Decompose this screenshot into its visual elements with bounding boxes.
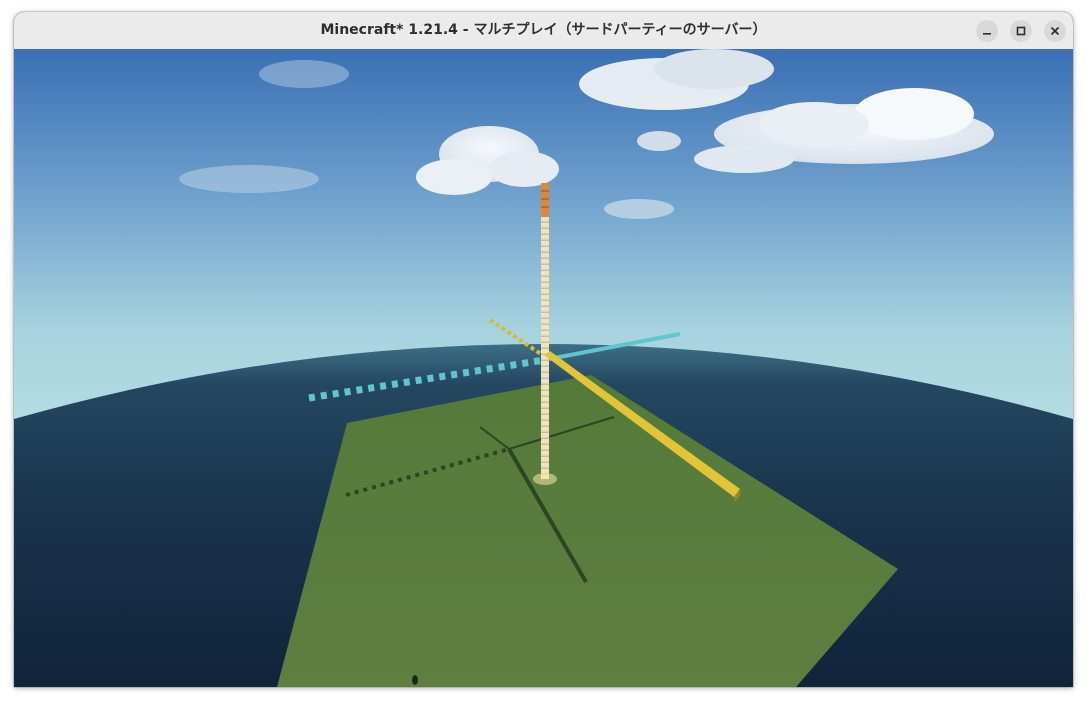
- maximize-icon: [1016, 26, 1026, 36]
- minimize-button[interactable]: [976, 20, 998, 42]
- y-axis-pillar: [541, 189, 549, 479]
- pillar-base-glow: [533, 473, 557, 485]
- minimize-icon: [983, 33, 991, 35]
- close-button[interactable]: [1044, 20, 1066, 42]
- game-window: Minecraft* 1.21.4 - マルチプレイ（サードパーティーのサーバー…: [14, 12, 1073, 687]
- close-icon: [1050, 26, 1060, 36]
- game-viewport[interactable]: [14, 49, 1073, 687]
- title-bar[interactable]: Minecraft* 1.21.4 - マルチプレイ（サードパーティーのサーバー…: [14, 12, 1073, 50]
- maximize-button[interactable]: [1010, 20, 1032, 42]
- window-title: Minecraft* 1.21.4 - マルチプレイ（サードパーティーのサーバー…: [320, 22, 767, 38]
- y-axis-pillar-top: [541, 183, 549, 217]
